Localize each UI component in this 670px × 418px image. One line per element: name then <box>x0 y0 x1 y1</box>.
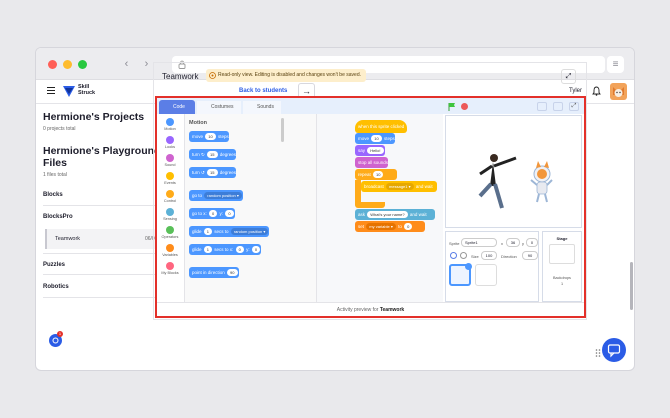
stage-label: Stage <box>556 236 568 241</box>
direction-input[interactable]: 90 <box>522 251 538 260</box>
read-only-notice: Read-only view. Editing is disabled and … <box>206 69 366 82</box>
stage-selector[interactable]: Stage Backdrops 1 <box>542 231 582 302</box>
block-stop-sounds[interactable]: stop all sounds <box>355 157 389 168</box>
hide-icon[interactable] <box>460 252 467 259</box>
sprite-name-input[interactable]: Sprite1 <box>461 238 497 247</box>
small-stage-icon[interactable] <box>537 102 547 111</box>
block-turn-left[interactable]: turn ↺ 15 degrees <box>189 167 237 178</box>
large-stage-icon[interactable] <box>553 102 563 111</box>
block-point-direction[interactable]: point in direction 90 <box>189 267 239 278</box>
block-move-script[interactable]: move 10 steps <box>355 133 395 144</box>
stage-sprites <box>478 154 553 209</box>
help-button[interactable]: 1 <box>49 331 63 347</box>
block-glide-random[interactable]: glide 1 secs to random position ▾ <box>189 226 270 237</box>
browser-back-button[interactable]: ‹ <box>118 56 135 73</box>
block-go-to[interactable]: go to random position ▾ <box>189 190 243 201</box>
scratch-editor-frame: Code Costumes Sounds ⤢ Motion Looks Soun… <box>155 96 586 318</box>
category-motion[interactable]: Motion <box>157 118 183 131</box>
block-set-variable[interactable]: set my variable ▾ to 0 <box>355 221 425 232</box>
close-window-icon[interactable] <box>48 60 57 69</box>
tab-costumes[interactable]: Costumes <box>197 101 241 114</box>
block-turn-right[interactable]: turn ↻ 15 degrees <box>189 149 237 160</box>
bell-icon[interactable] <box>592 86 601 96</box>
chat-button[interactable] <box>602 338 626 362</box>
notification-badge: 1 <box>57 331 63 337</box>
backdrops-count: 1 <box>560 282 564 286</box>
block-palette: Motion move 10 steps turn ↻ 15 degrees t… <box>185 114 317 302</box>
palette-scrollbar[interactable] <box>281 118 284 142</box>
block-broadcast-wait[interactable]: broadcast message1 ▾ and wait <box>361 181 437 192</box>
page-scrollbar[interactable] <box>630 262 633 310</box>
green-flag-icon[interactable] <box>447 102 461 112</box>
files-count: 1 files total <box>43 172 67 178</box>
category-looks[interactable]: Looks <box>157 136 183 149</box>
tab-code[interactable]: Code <box>159 100 195 114</box>
palette-title: Motion <box>189 120 208 126</box>
category-sound[interactable]: Sound <box>157 154 183 167</box>
block-ask-wait[interactable]: ask What's your name? and wait <box>355 209 435 220</box>
backdrops-label: Backdrops <box>553 276 571 280</box>
projects-title: Hermione's Projects <box>43 111 145 123</box>
block-go-to-xy[interactable]: go to x: 0 y: 0 <box>189 208 235 219</box>
repeat-end <box>355 202 385 208</box>
expand-icon[interactable]: ⤢ <box>561 69 576 84</box>
avatar[interactable] <box>610 83 627 100</box>
category-events[interactable]: Events <box>157 172 183 185</box>
sprite-label: Sprite <box>449 241 460 246</box>
sprite-info-panel: Sprite Sprite1 x 36 y 0 Size 100 Directi… <box>445 231 539 302</box>
script-area: when this sprite clicked move 10 steps s… <box>317 114 443 302</box>
block-glide-xy[interactable]: glide 1 secs to x: 0 y: 0 <box>189 244 262 255</box>
dancer-head <box>490 154 498 162</box>
x-input[interactable]: 36 <box>506 238 520 247</box>
brand-logo-text: Skill Struck <box>78 84 96 96</box>
sprite-thumbnail[interactable] <box>449 263 472 286</box>
category-variables[interactable]: Variables <box>157 244 183 257</box>
file-name: Teamwork <box>55 236 81 242</box>
y-input[interactable]: 0 <box>526 238 538 247</box>
x-label: x <box>501 241 503 246</box>
block-move[interactable]: move 10 steps <box>189 131 229 142</box>
chat-icon <box>607 344 621 358</box>
hamburger-menu-icon[interactable] <box>47 87 55 95</box>
stop-icon[interactable] <box>461 103 468 110</box>
direction-label: Direction <box>501 254 517 259</box>
category-operators[interactable]: Operators <box>157 226 183 239</box>
category-list: Motion Looks Sound Events Control Sensin… <box>157 114 185 302</box>
y-label: y <box>522 241 524 246</box>
category-my-blocks[interactable]: My Blocks <box>157 262 183 275</box>
maximize-window-icon[interactable] <box>78 60 87 69</box>
block-say[interactable]: say Hello! <box>355 145 385 156</box>
delete-sprite-icon[interactable] <box>465 263 472 270</box>
project-title: Teamwork <box>162 72 199 81</box>
size-label: Size <box>471 254 479 259</box>
stage-canvas[interactable] <box>445 115 582 228</box>
category-control[interactable]: Control <box>157 190 183 203</box>
minimize-window-icon[interactable] <box>63 60 72 69</box>
skillstruck-logo-icon <box>63 86 75 97</box>
projects-count: 0 projects total <box>43 126 76 132</box>
tab-sounds[interactable]: Sounds <box>243 101 281 114</box>
drag-handle-icon[interactable] <box>595 345 601 357</box>
size-input[interactable]: 100 <box>481 251 497 260</box>
browser-menu-button[interactable]: ≡ <box>607 56 624 73</box>
show-icon[interactable] <box>450 252 457 259</box>
activity-preview-footer: Activity preview for Teamwork <box>157 302 584 316</box>
sprite-thumbnail-2[interactable] <box>475 264 497 286</box>
eye-icon <box>209 72 216 79</box>
stage-thumbnail[interactable] <box>549 244 575 264</box>
category-sensing[interactable]: Sensing <box>157 208 183 221</box>
block-repeat[interactable]: repeat 10 <box>355 169 397 180</box>
fullscreen-icon[interactable]: ⤢ <box>569 102 579 111</box>
block-when-sprite-clicked[interactable]: when this sprite clicked <box>355 120 407 133</box>
